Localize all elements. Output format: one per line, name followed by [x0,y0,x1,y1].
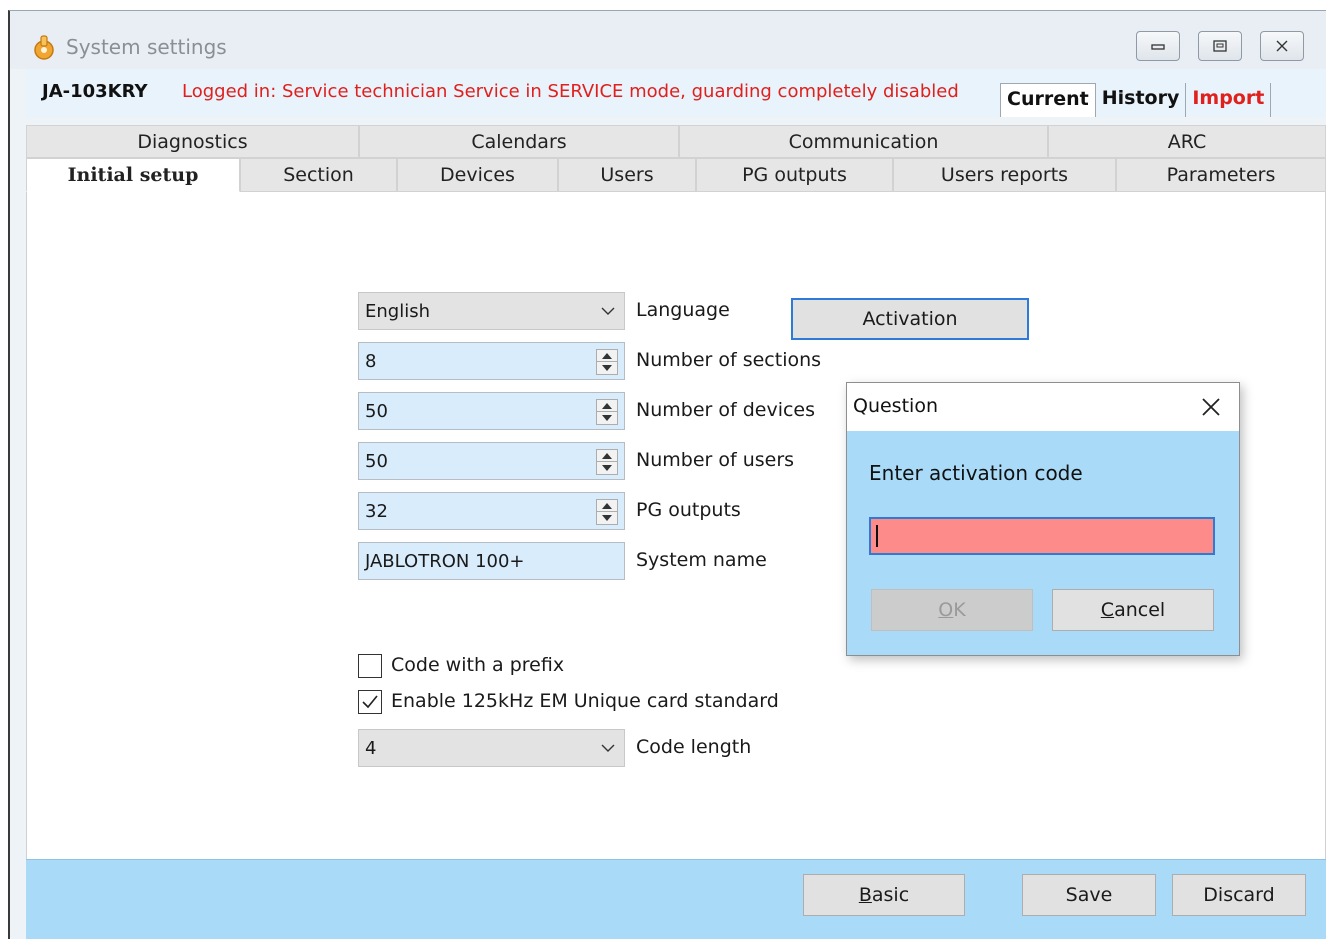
ok-label-post: K [953,599,966,621]
tab-users[interactable]: Users [558,158,696,192]
tab-devices[interactable]: Devices [397,158,558,192]
devices-value: 50 [365,401,388,422]
devices-label: Number of devices [636,399,816,421]
tab-history[interactable]: History [1096,83,1187,117]
ok-button[interactable]: OK [871,589,1033,631]
users-label: Number of users [636,449,795,471]
tab-parameters[interactable]: Parameters [1116,158,1326,192]
title-bar: System settings [10,11,1326,69]
tab-communication[interactable]: Communication [679,125,1048,158]
tab-current[interactable]: Current [1000,83,1096,117]
sections-label: Number of sections [636,349,822,371]
discard-button[interactable]: Discard [1172,874,1306,916]
spin-down-icon[interactable] [597,362,617,374]
pg-outputs-spinner[interactable] [596,499,618,525]
cancel-button[interactable]: Cancel [1052,589,1214,631]
tab-import[interactable]: Import [1186,83,1272,117]
spin-up-icon[interactable] [597,450,617,462]
users-spinner[interactable] [596,449,618,475]
minimize-button[interactable] [1136,31,1180,61]
code-length-label: Code length [636,736,752,758]
spin-up-icon[interactable] [597,350,617,362]
users-stepper[interactable]: 50 [358,442,625,480]
tab-pg-outputs[interactable]: PG outputs [696,158,893,192]
activation-code-input[interactable] [869,517,1215,555]
activation-button[interactable]: Activation [791,298,1029,340]
restore-icon [1213,40,1227,52]
basic-label-post: asic [871,884,910,906]
view-tabs: Current History Import [1000,83,1272,117]
settings-app-icon [34,35,54,60]
devices-spinner[interactable] [596,399,618,425]
spin-down-icon[interactable] [597,412,617,424]
code-prefix-checkbox[interactable] [358,654,382,678]
code-length-value: 4 [365,738,377,759]
close-icon [1276,40,1288,52]
save-button[interactable]: Save [1022,874,1156,916]
spin-up-icon[interactable] [597,400,617,412]
pg-outputs-stepper[interactable]: 32 [358,492,625,530]
spin-down-icon[interactable] [597,512,617,524]
tab-diagnostics[interactable]: Diagnostics [26,125,359,158]
em-card-label[interactable]: Enable 125kHz EM Unique card standard [391,690,779,712]
ok-label-accel: O [938,599,954,621]
footer-bar: Basic Save Discard [26,859,1326,939]
device-id: JA-103KRY [42,81,148,102]
settings-tabs-row-1: Diagnostics Calendars Communication ARC [26,125,1326,158]
close-window-button[interactable] [1260,31,1304,61]
tab-arc[interactable]: ARC [1048,125,1326,158]
pg-outputs-value: 32 [365,501,388,522]
basic-label-accel: B [858,884,872,906]
text-caret [876,525,878,547]
devices-stepper[interactable]: 50 [358,392,625,430]
sections-stepper[interactable]: 8 [358,342,625,380]
system-name-input[interactable]: JABLOTRON 100+ [358,542,625,580]
spin-down-icon[interactable] [597,462,617,474]
dialog-title: Question [853,395,938,417]
pg-outputs-label: PG outputs [636,499,741,521]
tab-users-reports[interactable]: Users reports [893,158,1116,192]
sections-spinner[interactable] [596,349,618,375]
minimize-icon [1151,44,1165,50]
status-bar: JA-103KRY Logged in: Service technician … [26,69,1326,117]
chevron-down-icon [601,307,615,315]
checkmark-icon [362,695,378,709]
cancel-label-post: ancel [1114,599,1166,621]
language-value: English [365,301,430,322]
system-name-label: System name [636,549,767,571]
login-status: Logged in: Service technician Service in… [182,81,959,102]
users-value: 50 [365,451,388,472]
em-card-checkbox[interactable] [358,690,382,714]
tab-section[interactable]: Section [240,158,397,192]
chevron-down-icon [601,744,615,752]
spin-up-icon[interactable] [597,500,617,512]
window-title: System settings [66,35,227,59]
cancel-label-accel: C [1100,599,1115,621]
tab-calendars[interactable]: Calendars [359,125,679,158]
code-length-select[interactable]: 4 [358,729,625,767]
maximize-button[interactable] [1198,31,1242,61]
dialog-prompt: Enter activation code [869,461,1083,485]
language-label: Language [636,299,730,321]
activation-code-dialog: Question Enter activation code OK Cancel [846,382,1240,656]
language-select[interactable]: English [358,292,625,330]
sections-value: 8 [365,351,377,372]
close-icon[interactable] [1199,395,1223,419]
system-name-value: JABLOTRON 100+ [365,551,525,572]
basic-button[interactable]: Basic [803,874,965,916]
settings-tabs-row-2: Initial setup Section Devices Users PG o… [26,158,1326,192]
tab-initial-setup[interactable]: Initial setup [26,158,240,192]
dialog-header: Question [847,383,1239,431]
code-prefix-label[interactable]: Code with a prefix [391,654,564,676]
